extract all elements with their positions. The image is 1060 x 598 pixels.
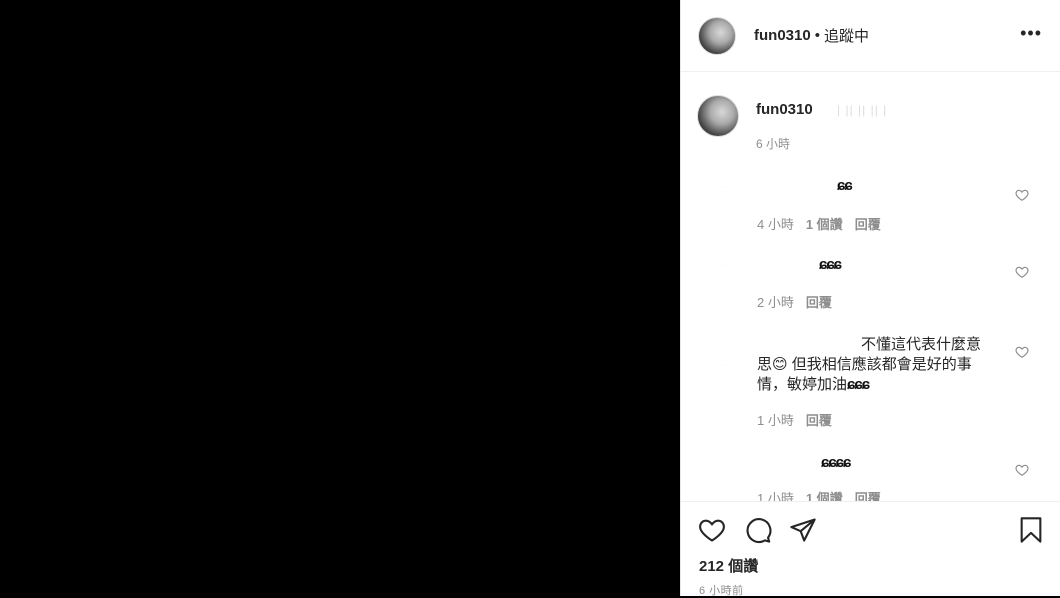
comment-line: 情，敏婷加油ɕɕɕ: [757, 375, 995, 395]
avatar[interactable]: [698, 16, 736, 55]
post-actions: 212 個讚 6 小時前: [681, 501, 1060, 597]
comment-avatar[interactable]: ·: [721, 361, 733, 373]
more-icon[interactable]: •••: [1020, 24, 1042, 42]
comment-icon[interactable]: [744, 516, 772, 544]
comment-time[interactable]: 1 小時: [757, 488, 794, 501]
bookmark-icon[interactable]: [1017, 516, 1045, 544]
comment-likes[interactable]: 1 個讚: [806, 488, 843, 501]
post-media[interactable]: [0, 0, 680, 596]
reply-button[interactable]: 回覆: [806, 292, 832, 311]
comment-scribble: ɕɕɕɕ: [821, 454, 851, 471]
comment-line-text: 情，敏婷加油: [757, 376, 848, 393]
header-separator: •: [814, 27, 820, 44]
heart-icon[interactable]: [698, 516, 726, 544]
comments-list[interactable]: fun0310 | || || || | 6 小時 · ɕɕ 4 小時 1 個讚…: [681, 73, 1060, 501]
reply-button[interactable]: 回覆: [855, 214, 881, 233]
comment-avatar[interactable]: ·: [721, 182, 733, 194]
comment-meta: 2 小時 回覆: [757, 292, 832, 311]
comment-time[interactable]: 1 小時: [757, 410, 794, 429]
comment-line: 思😊 但我相信應該都會是好的事: [757, 356, 972, 373]
comment-scribble: ɕɕɕ: [847, 376, 870, 393]
comment-meta: 4 小時 1 個讚 回覆: [757, 214, 881, 233]
comment-meta: 1 小時 1 個讚 回覆: [757, 488, 881, 501]
paper-plane-icon[interactable]: [789, 516, 817, 544]
reply-button[interactable]: 回覆: [806, 410, 832, 429]
comment-meta: 1 小時 回覆: [757, 410, 832, 429]
comment-time[interactable]: 2 小時: [757, 292, 794, 311]
caption-avatar[interactable]: [697, 95, 739, 137]
heart-icon[interactable]: [1015, 345, 1029, 359]
heart-icon[interactable]: [1015, 463, 1029, 477]
comment-avatar[interactable]: ·: [721, 261, 733, 273]
post-header: fun0310 • 追蹤中 •••: [681, 0, 1060, 72]
comment-text: ɕɕɕɕ: [757, 453, 995, 473]
caption-time[interactable]: 6 小時: [756, 135, 790, 152]
comment-text: 不懂這代表什麼意 思😊 但我相信應該都會是好的事 情，敏婷加油ɕɕɕ: [757, 335, 995, 395]
comment-text: ɕɕ: [757, 176, 995, 196]
header-username[interactable]: fun0310: [754, 27, 811, 44]
heart-icon[interactable]: [1015, 188, 1029, 202]
caption-username[interactable]: fun0310: [756, 101, 813, 118]
comment-time[interactable]: 4 小時: [757, 214, 794, 233]
heart-icon[interactable]: [1015, 265, 1029, 279]
caption-text: | || || || |: [837, 103, 888, 117]
post-side-panel: fun0310 • 追蹤中 ••• fun0310 | || || || | 6…: [680, 0, 1060, 597]
reply-button[interactable]: 回覆: [855, 488, 881, 501]
comment-scribble: ɕɕɕ: [819, 256, 842, 273]
comment-scribble: ɕɕ: [837, 177, 853, 194]
comment-likes[interactable]: 1 個讚: [806, 214, 843, 233]
comment-line: 不懂這代表什麼意: [861, 336, 982, 353]
comment-text: ɕɕɕ: [757, 255, 995, 275]
likes-count[interactable]: 212 個讚: [699, 555, 758, 576]
follow-status[interactable]: 追蹤中: [824, 25, 869, 46]
